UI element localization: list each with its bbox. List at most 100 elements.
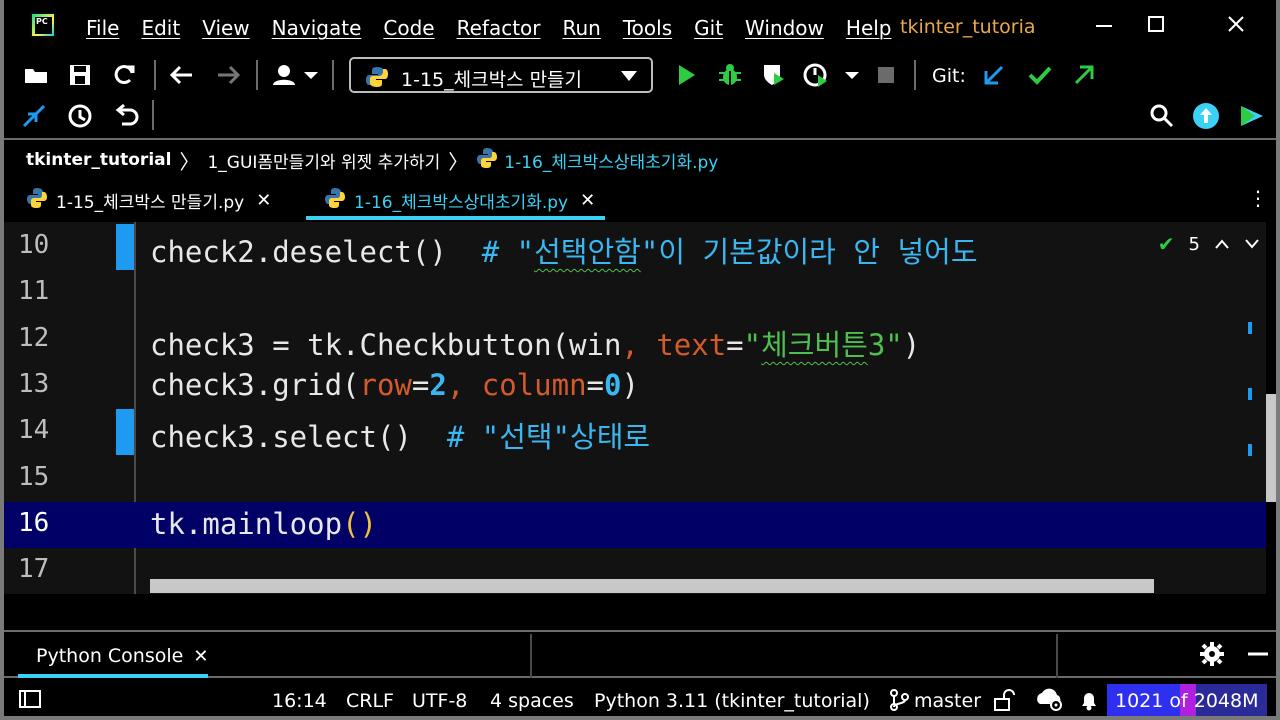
tab-1-15[interactable]: 1-15_체크박스 만들기.py ✕ bbox=[26, 180, 271, 220]
vertical-scrollbar[interactable] bbox=[1266, 222, 1276, 594]
menu-tools[interactable]: Tools bbox=[623, 16, 672, 40]
merge-arrows-icon[interactable] bbox=[20, 102, 48, 130]
plugin-logo-icon[interactable] bbox=[1238, 102, 1266, 130]
change-marker[interactable] bbox=[116, 224, 134, 270]
tab-1-16[interactable]: 1-16_체크박스상대초기화.py ✕ bbox=[306, 180, 606, 220]
git-branch[interactable]: master bbox=[914, 690, 981, 712]
gear-icon[interactable] bbox=[1200, 642, 1224, 672]
vertical-scrollbar-thumb[interactable] bbox=[1266, 394, 1276, 502]
tab-label: 1-15_체크박스 만들기.py bbox=[56, 192, 245, 213]
menu-refactor[interactable]: Refactor bbox=[457, 16, 541, 40]
code-text: tk.mainloop() bbox=[150, 507, 377, 541]
close-window-icon[interactable] bbox=[1226, 14, 1246, 34]
navigation-breadcrumb: tkinter_tutorial 〉 1_GUI폼만들기와 위젯 추가하기 〉 … bbox=[4, 140, 1276, 180]
close-tab-icon[interactable]: ✕ bbox=[580, 190, 595, 211]
maximize-icon[interactable] bbox=[1146, 14, 1166, 34]
file-encoding[interactable]: UTF-8 bbox=[412, 690, 467, 712]
close-tab-icon[interactable]: ✕ bbox=[256, 190, 271, 211]
chevron-up-icon[interactable] bbox=[1214, 234, 1230, 255]
toolbar-separator bbox=[256, 60, 258, 90]
more-run-options-icon[interactable] bbox=[838, 61, 866, 89]
tab-python-console[interactable]: Python Console ✕ bbox=[18, 634, 209, 678]
menu-file[interactable]: File bbox=[86, 16, 119, 40]
run-icon[interactable] bbox=[672, 61, 700, 89]
scroll-marker[interactable] bbox=[1248, 444, 1252, 456]
run-configuration-select[interactable]: 1-15_체크박스 만들기 bbox=[349, 57, 653, 93]
project-title: tkinter_tutoria bbox=[900, 16, 1036, 38]
memory-indicator[interactable]: 1021 of 2048M bbox=[1107, 684, 1267, 716]
menu-help[interactable]: Help bbox=[846, 16, 892, 40]
forward-arrow-icon[interactable] bbox=[214, 61, 242, 89]
code-line: 14 check3.select() # "선택"상태로 bbox=[4, 409, 1266, 455]
line-number: 10 bbox=[18, 230, 50, 260]
stop-icon[interactable] bbox=[872, 61, 900, 89]
notifications-bell-icon[interactable] bbox=[1078, 688, 1100, 716]
menu-bar: File Edit View Navigate Code Refactor Ru… bbox=[86, 16, 914, 40]
code-text: check3.select() # "선택"상태로 bbox=[150, 420, 651, 454]
python-interpreter[interactable]: Python 3.11 (tkinter_tutorial) bbox=[594, 690, 870, 712]
menu-navigate[interactable]: Navigate bbox=[272, 16, 362, 40]
run-configuration-label: 1-15_체크박스 만들기 bbox=[401, 69, 583, 91]
git-label: Git: bbox=[932, 65, 966, 87]
sync-icon[interactable] bbox=[110, 61, 138, 89]
profile-icon[interactable] bbox=[802, 61, 830, 89]
menu-view[interactable]: View bbox=[202, 16, 249, 40]
toolbar-separator bbox=[332, 60, 334, 90]
change-marker[interactable] bbox=[116, 409, 134, 455]
code-line: 10 check2.deselect() # "선택안함"이 기본값이라 안 넣… bbox=[4, 224, 1266, 270]
rollback-icon[interactable] bbox=[112, 102, 140, 130]
python-file-icon bbox=[26, 187, 48, 214]
vcs-user-icon[interactable] bbox=[270, 61, 322, 89]
scroll-marker[interactable] bbox=[1248, 322, 1252, 334]
history-icon[interactable] bbox=[66, 102, 94, 130]
unlock-icon[interactable] bbox=[992, 688, 1016, 716]
breadcrumb-project[interactable]: tkinter_tutorial bbox=[26, 150, 171, 170]
git-update-icon[interactable] bbox=[980, 61, 1008, 89]
code-line-current: 16 tk.mainloop() bbox=[4, 502, 1266, 548]
menu-git[interactable]: Git bbox=[694, 16, 723, 40]
minimize-icon[interactable] bbox=[1094, 14, 1114, 34]
inspection-widget[interactable]: ✔ 5 bbox=[1158, 232, 1260, 256]
breadcrumb-file[interactable]: 1-16_체크박스상태초기화.py bbox=[504, 148, 718, 173]
chevron-right-icon: 〉 bbox=[179, 149, 200, 174]
menu-run[interactable]: Run bbox=[563, 16, 601, 40]
chevron-right-icon: 〉 bbox=[448, 149, 469, 174]
code-line: 12 check3 = tk.Checkbutton(win, text="체크… bbox=[4, 317, 1266, 363]
caret-position[interactable]: 16:14 bbox=[272, 690, 327, 712]
minimize-panel-icon[interactable] bbox=[1246, 642, 1270, 672]
code-line: 13 check3.grid(row=2, column=0) bbox=[4, 363, 1266, 409]
menu-code[interactable]: Code bbox=[383, 16, 434, 40]
status-bar: 16:14 CRLF UTF-8 4 spaces Python 3.11 (t… bbox=[4, 680, 1276, 716]
git-commit-icon[interactable] bbox=[1026, 61, 1054, 89]
breadcrumb-folder[interactable]: 1_GUI폼만들기와 위젯 추가하기 bbox=[207, 148, 440, 173]
code-editor[interactable]: 10 check2.deselect() # "선택안함"이 기본값이라 안 넣… bbox=[4, 222, 1266, 594]
menu-window[interactable]: Window bbox=[745, 16, 824, 40]
toggle-tool-windows-icon[interactable] bbox=[18, 688, 42, 715]
line-number: 14 bbox=[18, 415, 50, 445]
scroll-marker[interactable] bbox=[1248, 388, 1252, 400]
save-icon[interactable] bbox=[66, 61, 94, 89]
code-text: check2.deselect() # "선택안함"이 기본값이라 안 넣어도 bbox=[150, 235, 978, 269]
tab-label: 1-16_체크박스상대초기화.py bbox=[354, 192, 569, 213]
pycharm-logo-icon: PC bbox=[30, 12, 56, 38]
python-file-icon bbox=[476, 147, 498, 174]
debug-icon[interactable] bbox=[716, 61, 744, 89]
code-text: check3 = tk.Checkbutton(win, text="체크버튼3… bbox=[150, 328, 921, 362]
cloud-settings-icon[interactable] bbox=[1034, 686, 1066, 716]
chevron-down-icon[interactable] bbox=[1244, 234, 1260, 255]
more-vertical-icon[interactable]: ⋮ bbox=[1248, 186, 1268, 210]
search-icon[interactable] bbox=[1148, 102, 1176, 130]
main-toolbar: 1-15_체크박스 만들기 Git: bbox=[4, 54, 1276, 140]
open-folder-icon[interactable] bbox=[22, 61, 50, 89]
run-with-coverage-icon[interactable] bbox=[760, 61, 788, 89]
close-tab-icon[interactable]: ✕ bbox=[193, 646, 208, 667]
ide-update-icon[interactable] bbox=[1192, 102, 1220, 130]
menu-edit[interactable]: Edit bbox=[141, 16, 180, 40]
back-arrow-icon[interactable] bbox=[168, 61, 196, 89]
line-separator[interactable]: CRLF bbox=[346, 690, 394, 712]
indent-setting[interactable]: 4 spaces bbox=[490, 690, 574, 712]
line-number: 16 bbox=[18, 508, 50, 538]
horizontal-scrollbar[interactable] bbox=[150, 579, 1154, 593]
memory-label: 1021 of 2048M bbox=[1115, 690, 1259, 712]
git-push-icon[interactable] bbox=[1070, 61, 1098, 89]
